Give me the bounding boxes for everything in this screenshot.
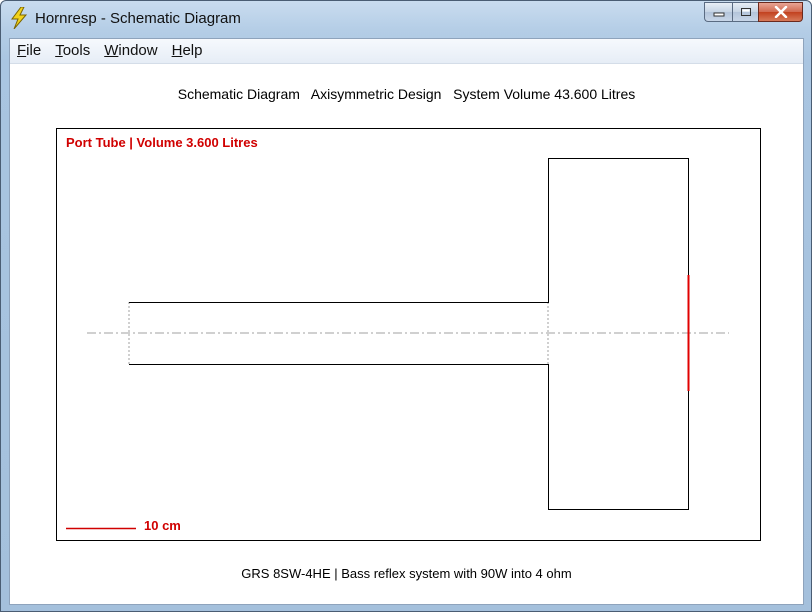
client-area: File Tools Window Help Schematic Diagram… (9, 38, 804, 605)
menu-file[interactable]: File (10, 40, 48, 62)
enclosure-outline (129, 158, 689, 510)
lightning-bolt-icon[interactable] (9, 6, 29, 30)
maximize-button[interactable] (732, 2, 758, 22)
minimize-icon (713, 12, 724, 17)
application-window: Hornresp - Schematic Diagram File Tools … (0, 0, 812, 612)
schematic-drawing (66, 158, 729, 530)
menu-bar: File Tools Window Help (10, 39, 803, 64)
menu-help[interactable]: Help (165, 40, 210, 62)
schematic-frame: Port Tube | Volume 3.600 Litres 10 cm (56, 128, 761, 541)
caption-buttons (704, 2, 803, 24)
minimize-button[interactable] (704, 2, 732, 22)
maximize-icon (740, 8, 751, 16)
scale-label: 10 cm (144, 518, 181, 533)
title-bar[interactable]: Hornresp - Schematic Diagram (1, 1, 811, 35)
menu-tools[interactable]: Tools (48, 40, 97, 62)
system-description: GRS 8SW-4HE | Bass reflex system with 90… (241, 566, 572, 581)
diagram-header: Schematic Diagram Axisymmetric Design Sy… (177, 86, 636, 102)
close-button[interactable] (758, 2, 803, 22)
close-icon (774, 6, 787, 18)
window-title: Hornresp - Schematic Diagram (35, 10, 241, 27)
menu-window[interactable]: Window (97, 40, 164, 62)
